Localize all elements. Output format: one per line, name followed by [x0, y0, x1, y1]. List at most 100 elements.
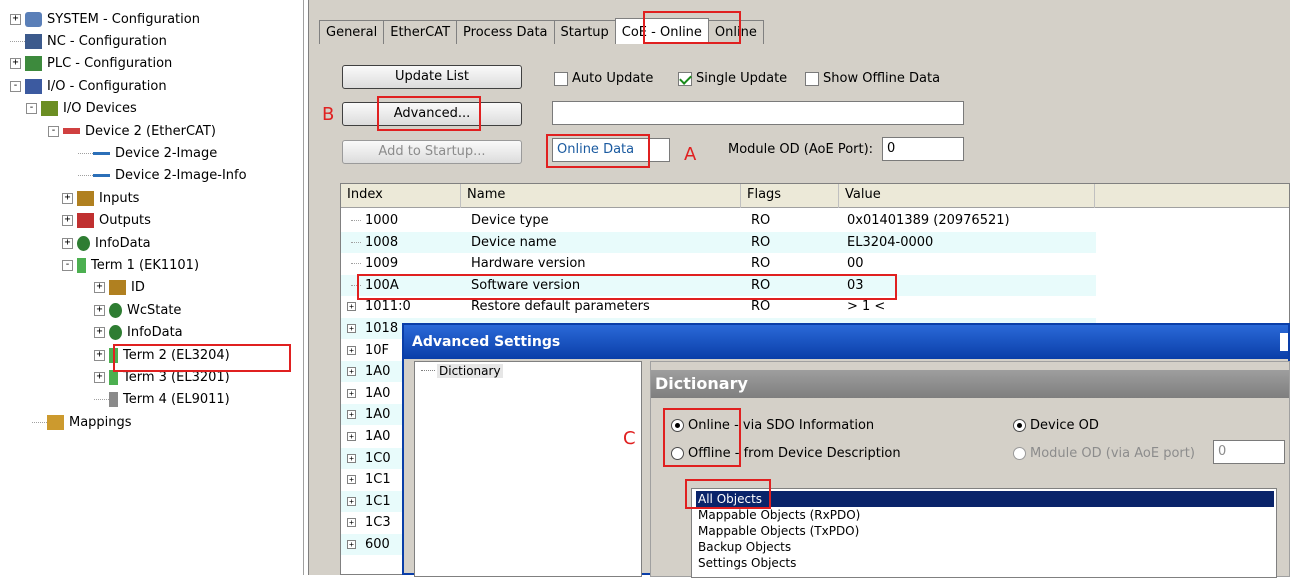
list-item[interactable]: Backup Objects: [698, 539, 791, 555]
expand-icon[interactable]: +: [347, 453, 356, 463]
tree-connector: [78, 152, 93, 154]
update-list-button[interactable]: Update List: [342, 65, 522, 89]
expand-icon[interactable]: +: [94, 349, 105, 361]
module-od-radio[interactable]: Module OD (via AoE port): [1013, 446, 1195, 461]
tree-item-label: Device 2-Image: [115, 145, 218, 161]
expand-icon[interactable]: +: [347, 518, 356, 528]
checkbox-box-checked: [678, 71, 692, 86]
annotation-b: B: [322, 104, 335, 125]
expand-icon[interactable]: +: [94, 371, 105, 383]
column-header-flags[interactable]: Flags: [741, 184, 839, 208]
tree-item-infodata-2[interactable]: + InfoData: [94, 322, 183, 344]
wcstate-icon: [109, 302, 122, 318]
tree-item-io-devices[interactable]: - I/O Devices: [26, 98, 137, 120]
expand-icon[interactable]: +: [10, 58, 21, 70]
online-offline-highlight: [663, 408, 741, 467]
auto-update-checkbox[interactable]: Auto Update: [554, 71, 653, 86]
list-item[interactable]: Settings Objects: [698, 555, 796, 571]
cell-index: 1C1: [365, 472, 391, 488]
tree-connector: [32, 421, 47, 423]
tab-process-data[interactable]: Process Data: [456, 20, 555, 44]
tree-item-label: WcState: [127, 302, 182, 318]
tree-item-term-1[interactable]: - Term 1 (EK1101): [62, 254, 199, 276]
tab-general[interactable]: General: [319, 20, 385, 44]
device-od-radio[interactable]: Device OD: [1013, 418, 1099, 433]
dialog-tree: Dictionary: [414, 361, 642, 577]
column-header-name[interactable]: Name: [461, 184, 741, 208]
expand-icon[interactable]: +: [94, 304, 105, 316]
tree-item-system[interactable]: + SYSTEM - Configuration: [10, 8, 200, 30]
cell-value: 0x01401389 (20976521): [847, 213, 1010, 228]
collapse-icon[interactable]: -: [62, 259, 73, 271]
expand-icon[interactable]: +: [347, 324, 356, 333]
cell-index: 1C1: [365, 493, 391, 509]
expand-icon[interactable]: +: [94, 282, 105, 294]
list-item[interactable]: Mappable Objects (RxPDO): [698, 507, 860, 523]
expand-icon[interactable]: +: [347, 302, 356, 312]
tree-item-wcstate[interactable]: + WcState: [94, 299, 181, 321]
object-filter-list[interactable]: All Objects Mappable Objects (RxPDO) Mappa…: [691, 488, 1277, 578]
show-offline-checkbox[interactable]: Show Offline Data: [805, 71, 940, 86]
cell-index: 1018: [365, 321, 399, 336]
expand-icon[interactable]: +: [347, 432, 356, 441]
tree-item-label: Mappings: [69, 414, 132, 430]
tree-item-io[interactable]: - I/O - Configuration: [10, 75, 167, 97]
tree-item-nc[interactable]: NC - Configuration: [10, 30, 167, 52]
tree-item-label: InfoData: [127, 325, 183, 341]
tree-item-inputs[interactable]: + Inputs: [62, 187, 139, 209]
tab-startup[interactable]: Startup: [553, 20, 616, 44]
list-item[interactable]: All Objects: [696, 491, 1274, 507]
table-row[interactable]: 1009 Hardware version RO 00: [341, 253, 1096, 274]
tree-item-plc[interactable]: + PLC - Configuration: [10, 53, 172, 75]
tree-item-dictionary[interactable]: Dictionary: [437, 364, 503, 378]
tree-item-device-2[interactable]: - Device 2 (EtherCAT): [48, 120, 216, 142]
tree-item-device-2-image-info[interactable]: Device 2-Image-Info: [78, 165, 247, 187]
collapse-icon[interactable]: -: [26, 103, 37, 115]
tree-item-id[interactable]: + ID: [94, 277, 145, 299]
tree-item-outputs[interactable]: + Outputs: [62, 210, 151, 232]
expand-icon[interactable]: +: [62, 237, 73, 249]
expand-icon[interactable]: +: [347, 388, 356, 398]
tree-item-label: Device 2-Image-Info: [115, 168, 247, 184]
cell-index: 10F: [365, 342, 390, 358]
table-row[interactable]: 1008 Device name RO EL3204-0000: [341, 231, 1096, 253]
tree-item-mappings[interactable]: Mappings: [32, 411, 132, 433]
cell-name: Device type: [471, 213, 549, 228]
mappings-icon: [47, 414, 64, 430]
tree-item-term-4[interactable]: Term 4 (EL9011): [94, 389, 230, 411]
tree-item-infodata[interactable]: + InfoData: [62, 232, 151, 254]
tree-item-label: Term 4 (EL9011): [123, 392, 230, 408]
online-data-highlight: [546, 134, 650, 168]
expand-icon[interactable]: +: [62, 192, 73, 204]
expand-icon[interactable]: +: [347, 410, 356, 420]
cell-name: Device name: [471, 234, 557, 250]
column-header-index[interactable]: Index: [341, 184, 461, 208]
expand-icon[interactable]: +: [94, 327, 105, 339]
dialog-close-icon[interactable]: [1280, 333, 1288, 351]
expand-icon[interactable]: +: [62, 215, 73, 227]
expand-icon[interactable]: +: [347, 540, 356, 549]
list-item[interactable]: Mappable Objects (TxPDO): [698, 523, 859, 539]
project-tree: + SYSTEM - Configuration NC - Configuratio…: [0, 0, 304, 575]
cell-index: 1C0: [365, 450, 391, 466]
dialog-module-od-input[interactable]: 0: [1213, 440, 1285, 464]
single-update-checkbox[interactable]: Single Update: [678, 71, 787, 86]
expand-icon[interactable]: +: [347, 367, 356, 377]
cell-index: 600: [365, 537, 390, 552]
expand-icon[interactable]: +: [347, 345, 356, 355]
column-header-filler: [1095, 184, 1289, 208]
expand-icon[interactable]: +: [347, 496, 356, 506]
image-info-icon: [93, 174, 110, 178]
expand-icon[interactable]: +: [10, 13, 21, 25]
expand-icon[interactable]: +: [347, 475, 356, 485]
tab-ethercat[interactable]: EtherCAT: [383, 20, 458, 44]
collapse-icon[interactable]: -: [10, 80, 21, 92]
advanced-settings-dialog: Advanced Settings Dictionary Dictionary …: [402, 323, 1290, 578]
add-to-startup-button[interactable]: Add to Startup...: [342, 140, 522, 164]
tree-item-label: Outputs: [99, 213, 151, 229]
table-row[interactable]: 1000 Device type RO 0x01401389 (20976521): [341, 210, 1096, 231]
module-od-input[interactable]: 0: [882, 137, 964, 161]
column-header-value[interactable]: Value: [839, 184, 1095, 208]
collapse-icon[interactable]: -: [48, 125, 59, 137]
tree-item-device-2-image[interactable]: Device 2-Image: [78, 142, 217, 164]
